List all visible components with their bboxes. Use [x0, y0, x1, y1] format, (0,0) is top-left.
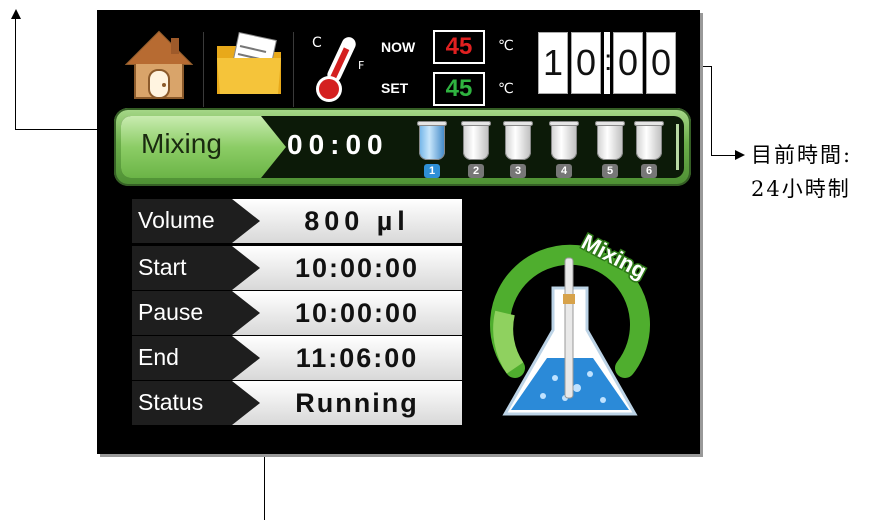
current-time-note-line2: 24小時制 — [751, 177, 851, 201]
tube-icon — [634, 121, 664, 160]
info-row-volume: Volume 800 µl — [132, 199, 462, 243]
tube-6[interactable]: 6 — [634, 120, 664, 178]
annotation-line-bottom-vertical — [264, 454, 265, 520]
tube-5[interactable]: 5 — [595, 120, 625, 178]
clock-minute-ones: 0 — [646, 32, 676, 94]
tube-number: 5 — [602, 164, 618, 178]
tube-icon — [503, 121, 533, 160]
now-temperature: 45 — [433, 30, 485, 64]
tube-number: 3 — [510, 164, 526, 178]
tube-number: 6 — [641, 164, 657, 178]
mix-timer: 00:00 — [287, 129, 389, 160]
toolbar-separator — [293, 32, 294, 107]
tube-icon — [461, 121, 491, 160]
svg-text:C: C — [312, 35, 322, 51]
status-bar-divider — [676, 124, 679, 170]
thermometer-icon[interactable]: C F — [302, 25, 374, 105]
toolbar-separator — [203, 32, 204, 107]
clock-display: 1 0 : 0 0 — [538, 32, 676, 94]
annotation-line-clock-h2 — [711, 155, 736, 156]
folder-icon[interactable] — [214, 32, 284, 98]
annotation-line-top-left-vertical — [15, 18, 16, 130]
start-value: 10:00:00 — [232, 246, 462, 290]
mixing-flask-graphic: Mixing — [490, 228, 652, 416]
tube-number: 4 — [556, 164, 572, 178]
set-label: SET — [381, 80, 409, 96]
tube-1[interactable]: 1 — [417, 120, 447, 178]
arrowhead-up-icon — [11, 9, 21, 19]
status-bar: Mixing 00:00 1 2 3 4 5 6 — [114, 108, 691, 186]
tube-number: 1 — [424, 164, 440, 178]
annotation-line-clock-vertical — [711, 66, 712, 156]
info-row-end: End 11:06:00 — [132, 336, 462, 380]
mode-label: Mixing — [141, 128, 222, 159]
info-row-status: Status Running — [132, 381, 462, 425]
clock-colon: : — [604, 32, 612, 94]
pause-value: 10:00:00 — [232, 291, 462, 335]
info-row-pause: Pause 10:00:00 — [132, 291, 462, 335]
set-temp-unit: ℃ — [498, 81, 514, 97]
svg-text:F: F — [358, 59, 364, 72]
home-icon[interactable] — [125, 28, 193, 100]
tube-icon — [595, 121, 625, 160]
tube-number: 2 — [468, 164, 484, 178]
tube-icon — [549, 121, 579, 160]
status-bar-inner: Mixing 00:00 1 2 3 4 5 6 — [121, 116, 684, 178]
info-row-start: Start 10:00:00 — [132, 246, 462, 290]
current-time-note-line1: 目前時間: — [751, 143, 853, 167]
tube-icon — [417, 121, 447, 160]
end-value: 11:06:00 — [232, 336, 462, 380]
device-screen: C F NOW 45 ℃ SET 45 ℃ 1 0 : 0 0 Mixing 0… — [97, 10, 700, 454]
volume-value[interactable]: 800 µl — [232, 199, 462, 243]
set-temperature[interactable]: 45 — [433, 72, 485, 106]
clock-minute-tens: 0 — [613, 32, 643, 94]
now-label: NOW — [381, 39, 416, 55]
arrowhead-right-icon — [735, 150, 745, 160]
tube-3[interactable]: 3 — [503, 120, 533, 178]
now-temp-unit: ℃ — [498, 38, 514, 54]
clock-hour-ones: 0 — [571, 32, 601, 94]
annotation-line-top-left-horizontal — [15, 129, 97, 130]
tube-2[interactable]: 2 — [461, 120, 491, 178]
clock-hour-tens: 1 — [538, 32, 568, 94]
status-value: Running — [232, 381, 462, 425]
tube-4[interactable]: 4 — [549, 120, 579, 178]
